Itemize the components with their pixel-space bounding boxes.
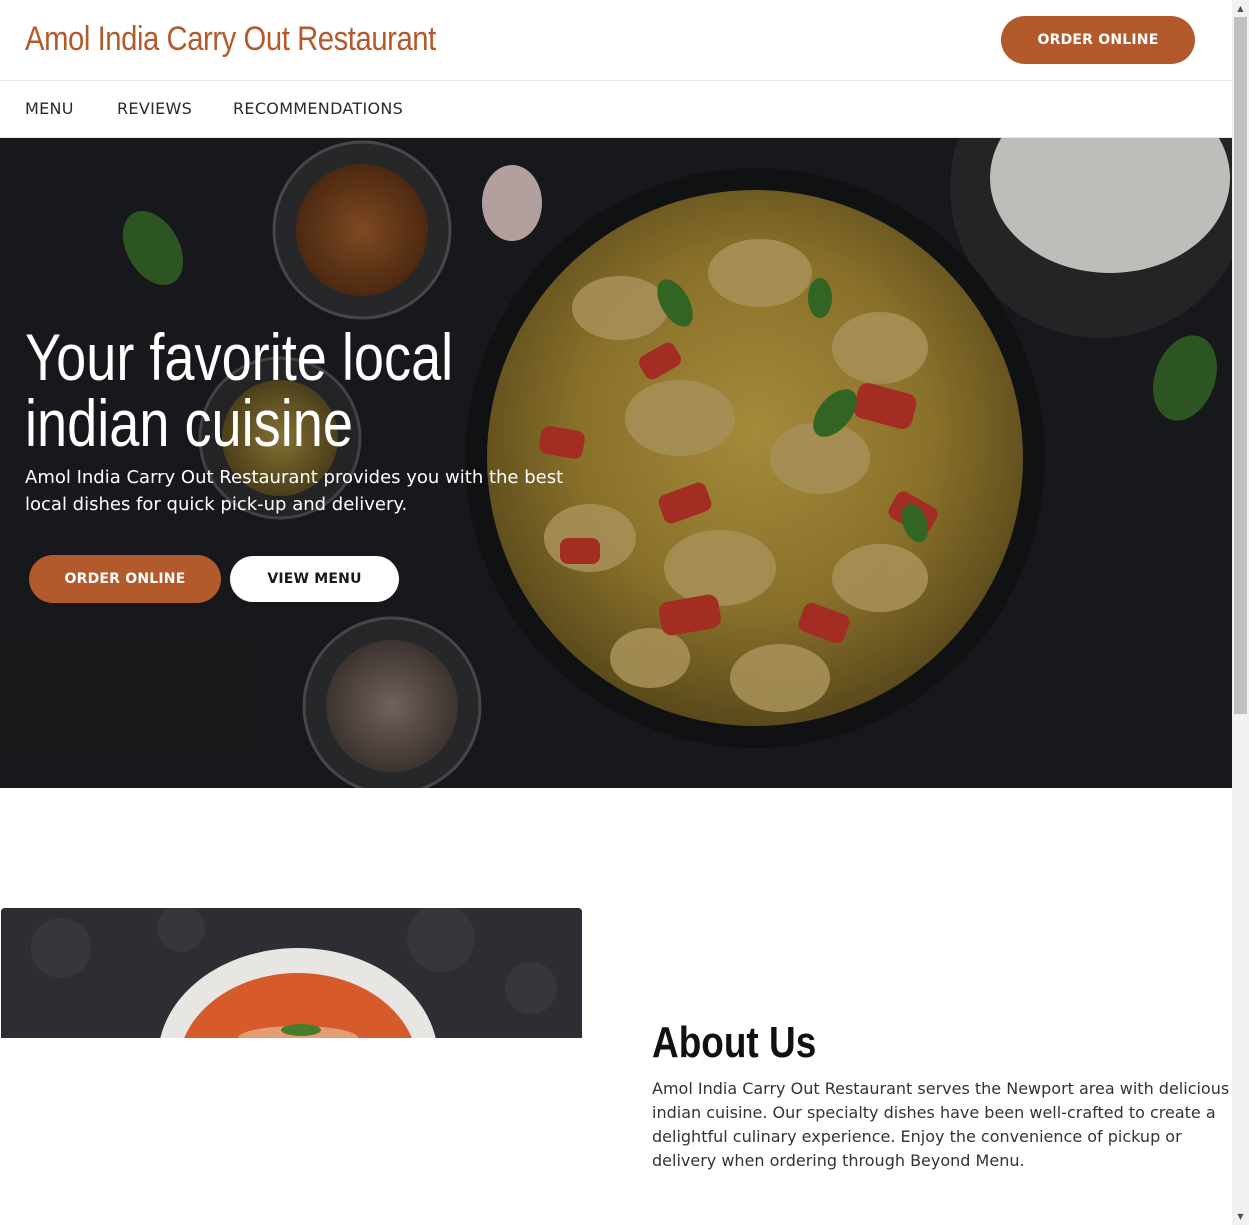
about-text: Amol India Carry Out Restaurant serves t… <box>652 1079 1230 1170</box>
scroll-up-arrow-icon[interactable]: ▲ <box>1232 0 1249 17</box>
page: Amol India Carry Out Restaurant ORDER ON… <box>0 0 1232 1225</box>
hero-title: Your favorite local indian cuisine <box>25 320 454 460</box>
main-nav: MENU REVIEWS RECOMMENDATIONS <box>0 81 1232 138</box>
nav-item-reviews[interactable]: REVIEWS <box>117 99 192 118</box>
about-food-image <box>1 908 582 1038</box>
brand-title[interactable]: Amol India Carry Out Restaurant <box>25 20 436 59</box>
scroll-down-arrow-icon[interactable]: ▼ <box>1232 1208 1249 1225</box>
header-order-online-button[interactable]: ORDER ONLINE <box>1001 16 1195 64</box>
site-header: Amol India Carry Out Restaurant ORDER ON… <box>0 0 1232 81</box>
scroll-thumb[interactable] <box>1234 17 1247 714</box>
hero-overlay <box>0 138 1232 788</box>
hero-section: Your favorite local indian cuisine Amol … <box>0 138 1232 788</box>
hero-view-menu-button[interactable]: VIEW MENU <box>230 556 399 602</box>
hero-subtitle: Amol India Carry Out Restaurant provides… <box>25 467 564 515</box>
hero-order-online-button[interactable]: ORDER ONLINE <box>29 555 221 603</box>
nav-item-recommendations[interactable]: RECOMMENDATIONS <box>233 99 403 118</box>
page-scrollbar[interactable]: ▲ ▼ <box>1232 0 1249 1225</box>
nav-item-menu[interactable]: MENU <box>25 99 74 118</box>
about-title: About Us <box>652 1018 817 1067</box>
